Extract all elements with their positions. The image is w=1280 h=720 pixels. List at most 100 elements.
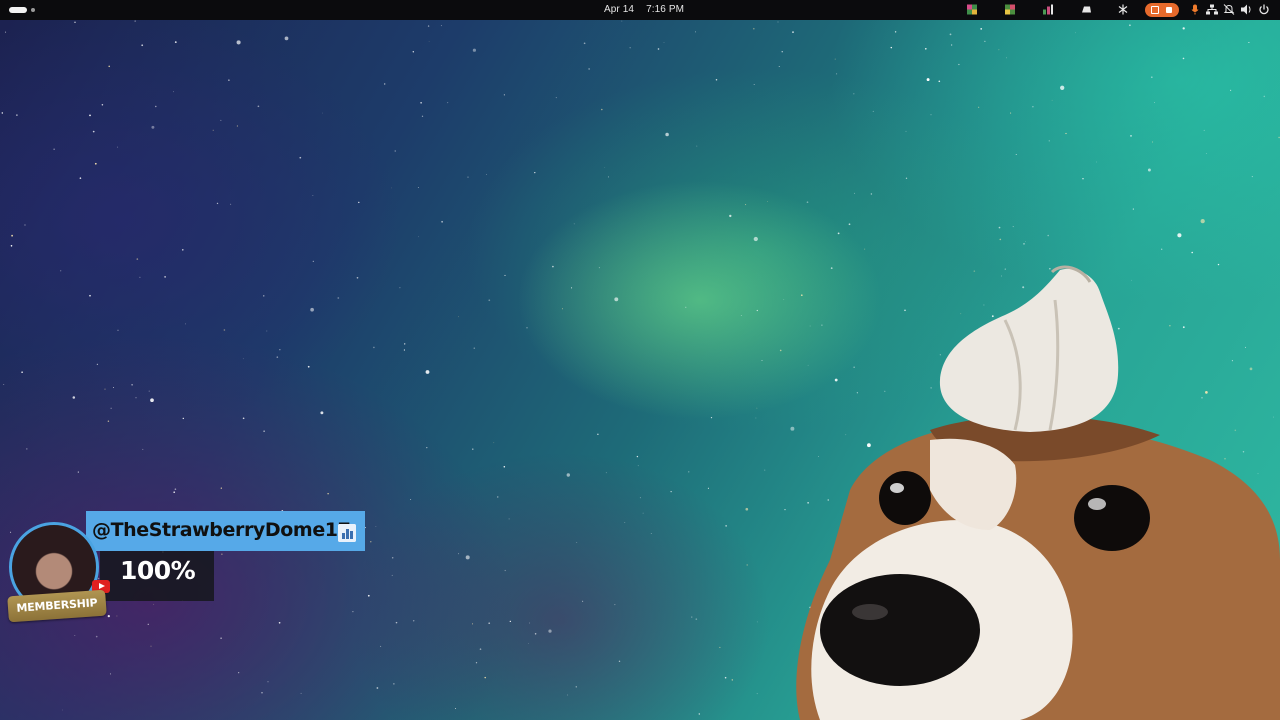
star: [376, 687, 379, 689]
app-icon-1[interactable]: [966, 3, 978, 16]
star: [79, 177, 82, 179]
star: [312, 195, 314, 196]
star: [1154, 102, 1155, 103]
star: [228, 79, 230, 81]
star: [752, 27, 755, 30]
star: [614, 297, 619, 302]
star: [410, 498, 412, 501]
star: [236, 40, 241, 45]
star: [696, 145, 698, 147]
star: [104, 388, 106, 390]
star: [458, 316, 459, 318]
star: [412, 620, 415, 622]
subscriber-handle-box: @TheStrawberryDome17: [86, 511, 365, 551]
star: [1060, 85, 1065, 90]
app-icon-3[interactable]: [1042, 3, 1054, 16]
drive-icon[interactable]: [1080, 3, 1092, 16]
star: [150, 398, 154, 403]
star: [307, 365, 310, 368]
star: [1065, 132, 1067, 135]
star: [173, 491, 176, 494]
star: [472, 48, 476, 52]
star: [566, 473, 570, 477]
star: [473, 347, 476, 349]
star: [1051, 99, 1053, 101]
star: [509, 620, 511, 623]
star: [300, 692, 302, 694]
stop-record-icon: [1166, 7, 1172, 13]
star: [164, 276, 167, 278]
star: [504, 569, 506, 572]
star: [1248, 41, 1250, 44]
star: [872, 110, 874, 112]
star: [373, 346, 375, 349]
star: [440, 25, 442, 27]
star: [421, 115, 424, 117]
star: [1182, 27, 1185, 30]
star: [131, 383, 133, 386]
app-icon-2[interactable]: [1004, 3, 1016, 16]
star: [107, 614, 110, 618]
star: [391, 574, 393, 576]
star: [62, 709, 63, 711]
star: [745, 204, 747, 206]
star: [26, 448, 28, 450]
star: [95, 635, 98, 638]
star: [555, 97, 557, 99]
star: [380, 645, 382, 647]
star: [109, 673, 111, 675]
star: [117, 146, 119, 148]
star: [1230, 89, 1232, 91]
star: [472, 448, 474, 450]
microphone-icon[interactable]: [1189, 3, 1201, 16]
star: [447, 102, 449, 104]
star: [729, 214, 732, 218]
star: [356, 276, 359, 279]
star: [999, 238, 1002, 241]
star: [394, 150, 396, 152]
bluetooth-icon[interactable]: [1117, 3, 1129, 16]
star: [358, 201, 360, 204]
star: [263, 430, 265, 432]
star: [101, 104, 104, 106]
star: [573, 223, 575, 225]
star: [1251, 176, 1253, 178]
star: [761, 360, 763, 362]
star: [548, 629, 552, 633]
star: [698, 713, 701, 715]
notifications-off-icon[interactable]: [1223, 3, 1235, 16]
star: [707, 487, 709, 489]
volume-icon[interactable]: [1240, 3, 1252, 16]
star: [894, 31, 897, 33]
power-icon[interactable]: [1258, 3, 1270, 16]
star: [753, 83, 755, 86]
goal-progress-box: 100%: [100, 551, 214, 601]
star: [781, 51, 783, 53]
star: [151, 125, 155, 129]
star: [479, 648, 482, 650]
star: [1147, 168, 1151, 172]
star: [949, 33, 952, 36]
star: [528, 643, 529, 644]
star: [691, 616, 693, 618]
workspace-indicator: [31, 8, 35, 12]
star: [1006, 57, 1007, 59]
star: [221, 553, 223, 555]
star: [465, 555, 470, 560]
star: [764, 469, 766, 471]
star: [1095, 161, 1097, 163]
star: [21, 371, 23, 374]
subscriber-badge-icon: [338, 524, 356, 542]
star: [147, 623, 149, 625]
star: [950, 44, 953, 46]
star: [778, 66, 780, 67]
star: [598, 267, 600, 269]
screen-record-indicator[interactable]: [1145, 3, 1179, 17]
top-bar: Apr 14 7:16 PM: [0, 0, 1280, 20]
star: [777, 21, 779, 23]
activities-button[interactable]: [9, 7, 35, 13]
clock-button[interactable]: Apr 14 7:16 PM: [604, 4, 696, 15]
star: [1205, 152, 1207, 154]
network-icon[interactable]: [1206, 3, 1218, 16]
star: [1191, 251, 1194, 254]
